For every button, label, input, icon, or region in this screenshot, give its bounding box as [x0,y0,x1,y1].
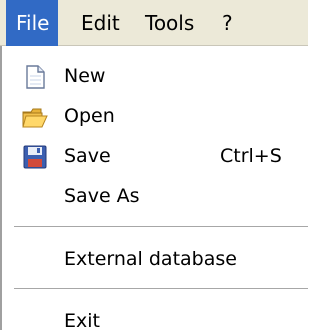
menu-item-exit[interactable]: Exit [2,303,308,330]
menu-item-save-as[interactable]: Save As [2,178,308,214]
menu-bar: File Edit Tools ? [0,0,308,46]
menu-edit[interactable]: Edit [71,0,123,46]
menu-item-external-database-label: External database [64,248,237,270]
menu-item-exit-label: Exit [64,310,100,330]
menu-item-save[interactable]: Save Ctrl+S [2,138,308,174]
menu-item-new-label: New [64,65,106,87]
menu-item-save-label: Save [64,145,111,167]
menu-item-save-shortcut: Ctrl+S [220,145,282,167]
menu-file[interactable]: File [6,0,58,46]
new-document-icon [26,65,45,89]
file-menu-dropdown: New Open Save Ctrl+S Save As External da… [0,46,308,330]
menu-item-external-database[interactable]: External database [2,241,308,277]
floppy-disk-icon [23,145,47,169]
application-window: File Edit Tools ? New Open Save Ctrl+S S… [0,0,308,330]
menu-help[interactable]: ? [212,0,242,46]
menu-separator [14,226,308,228]
menu-separator [14,288,308,290]
menu-item-open[interactable]: Open [2,98,308,134]
menu-tools[interactable]: Tools [136,0,206,46]
menu-item-open-label: Open [64,105,115,127]
menu-item-save-as-label: Save As [64,185,140,207]
open-folder-icon [22,108,48,128]
menu-item-new[interactable]: New [2,58,308,94]
